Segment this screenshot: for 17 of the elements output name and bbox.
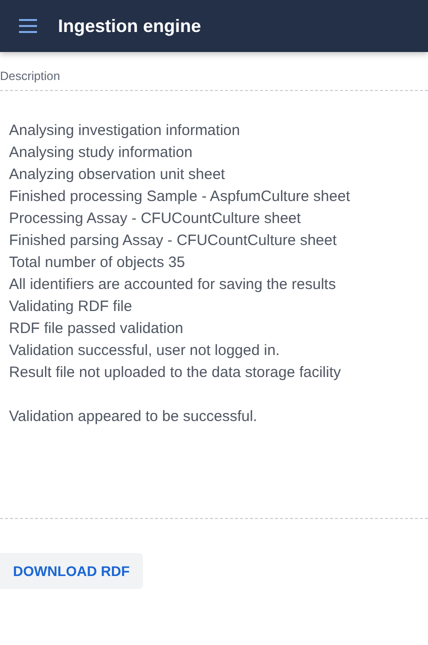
log-line: Processing Assay - CFUCountCulture sheet [9,209,302,229]
log-line: Finished processing Sample - AspfumCulture sheet [9,187,352,207]
section-label: Description [0,69,428,91]
result-message: Validation appeared to be successful. [9,407,258,427]
menu-icon[interactable] [19,19,37,33]
log-line: Analyzing observation unit sheet [9,165,226,185]
app-title: Ingestion engine [58,16,202,36]
log-line: Total number of objects 35 [9,253,186,273]
download-button[interactable]: DOWNLOAD RDF [0,553,143,589]
log-line: Result file not uploaded to the data storage facility [9,363,342,383]
log-line: Validation successful, user not logged in. [9,341,281,361]
log-line: Analysing study information [9,143,194,163]
log-line: Analysing investigation information [9,121,241,141]
log-line: Validating RDF file [9,297,134,317]
log-line: All identifiers are accounted for saving the results [9,275,337,295]
log-line: Finished parsing Assay - CFUCountCulture sheet [9,231,338,251]
log-line: RDF file passed validation [9,319,184,339]
